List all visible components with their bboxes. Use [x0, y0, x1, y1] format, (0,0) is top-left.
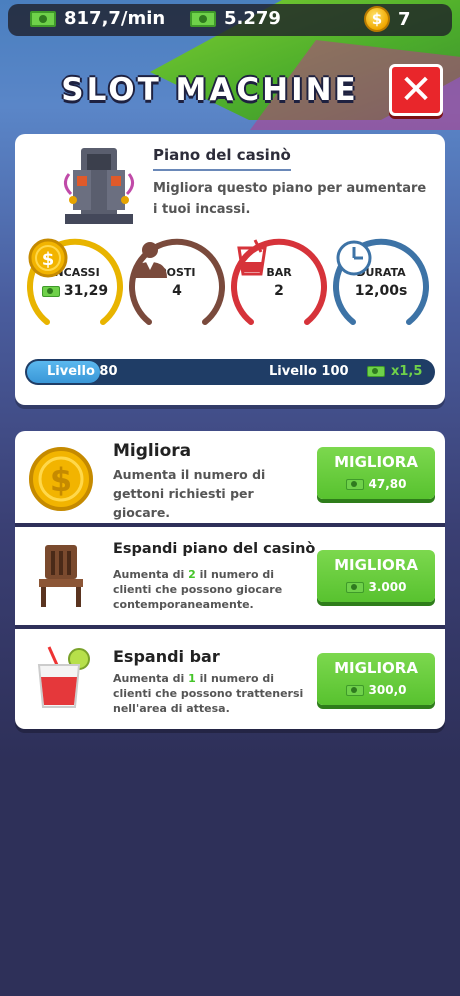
upgrade-row-espandi-bar: Espandi bar Aumenta di 1 il numero di cl… [15, 629, 445, 725]
gauge-bar: BAR 2 [231, 238, 327, 344]
svg-text:$: $ [50, 461, 72, 499]
upgrade-button[interactable]: MIGLIORA 300,0 [317, 653, 435, 705]
upgrade-price: 300,0 [317, 683, 435, 697]
gauge-durata: DURATA 12,00s [333, 238, 429, 344]
gauge-posti: POSTI 4 [129, 238, 225, 344]
desc-prefix: Aumenta di [113, 672, 189, 685]
gauge-value: 12,00s [354, 283, 408, 299]
cash-icon [41, 285, 60, 297]
status-bar: 817,7/min 5.279 $ 7 [8, 4, 452, 36]
desc-highlight: 1 [188, 672, 196, 685]
level-target: Livello 100 [269, 364, 349, 379]
cash-stat: 5.279 [190, 8, 281, 29]
upgrade-description: Aumenta di 1 il numero di clienti che po… [113, 671, 313, 716]
upgrade-description: Aumenta di 2 il numero di clienti che po… [113, 567, 313, 612]
desc-highlight: 2 [188, 568, 196, 581]
upgrade-button-label: MIGLIORA [334, 556, 418, 574]
gauge-value: 4 [172, 283, 182, 299]
gauge-incassi: INCASSI 31,29 $ [27, 238, 123, 344]
cocktail-icon [37, 646, 90, 708]
desc-prefix: Aumenta di [113, 568, 189, 581]
price-value: 47,80 [368, 477, 407, 491]
upgrade-price: 47,80 [317, 477, 435, 491]
price-value: 300,0 [368, 683, 407, 697]
title-underline [153, 169, 291, 171]
dollar-coin-icon: $ [29, 447, 93, 511]
incassi-value: 31,29 [63, 283, 109, 299]
level-multiplier: x1,5 [367, 364, 422, 379]
cash-icon [345, 581, 364, 593]
cash-icon [345, 478, 364, 490]
multiplier-value: x1,5 [391, 364, 423, 379]
close-button[interactable]: ✕ [389, 64, 443, 116]
gauge-value: 2 [274, 283, 284, 299]
dollar-coin-icon: $ [28, 238, 68, 278]
upgrade-price: 3.000 [317, 580, 435, 594]
coin-icon: $ [364, 6, 390, 32]
close-icon: ✕ [399, 67, 433, 113]
level-progress-bar: Livello 80 Livello 100 x1,5 [25, 359, 435, 385]
cash-value: 5.279 [224, 8, 281, 29]
upgrade-list: $ Migliora Aumenta il numero di gettoni … [15, 431, 445, 729]
coins-value: 7 [398, 8, 411, 30]
svg-text:$: $ [42, 249, 55, 270]
upgrade-row-espandi-piano: Espandi piano del casinò Aumenta di 2 il… [15, 527, 445, 623]
upgrade-description: Aumenta il numero di gettoni richiesti p… [113, 467, 266, 520]
clock-icon [336, 240, 372, 276]
upgrade-title: Espandi bar [113, 647, 220, 666]
cash-icon [190, 10, 216, 27]
drink-icon [237, 239, 267, 276]
floor-info-card: Piano del casinò Migliora questo piano p… [15, 134, 445, 405]
gauge-value: 31,29 [27, 283, 123, 299]
upgrade-button-label: MIGLIORA [334, 453, 418, 471]
cash-icon [367, 366, 385, 377]
level-current: Livello 80 [47, 364, 118, 379]
cash-icon [345, 684, 364, 696]
upgrade-title: Migliora [113, 441, 192, 461]
floor-description: Migliora questo piano per aumentare i tu… [153, 181, 427, 217]
price-value: 3.000 [368, 580, 407, 594]
upgrade-button-label: MIGLIORA [334, 659, 418, 677]
upgrade-row-migliora: $ Migliora Aumenta il numero di gettoni … [15, 431, 445, 527]
income-rate-stat: 817,7/min [30, 8, 165, 29]
coins-stat: $ 7 [364, 6, 411, 32]
upgrade-title: Espandi piano del casinò [113, 541, 316, 557]
upgrade-button[interactable]: MIGLIORA 47,80 [317, 447, 435, 499]
chair-icon [39, 545, 83, 607]
slot-machine-icon [64, 148, 134, 224]
income-rate-value: 817,7/min [64, 8, 166, 29]
floor-title: Piano del casinò [153, 146, 291, 164]
dealer-icon [133, 242, 167, 278]
cash-icon [30, 10, 56, 27]
upgrade-button[interactable]: MIGLIORA 3.000 [317, 550, 435, 602]
